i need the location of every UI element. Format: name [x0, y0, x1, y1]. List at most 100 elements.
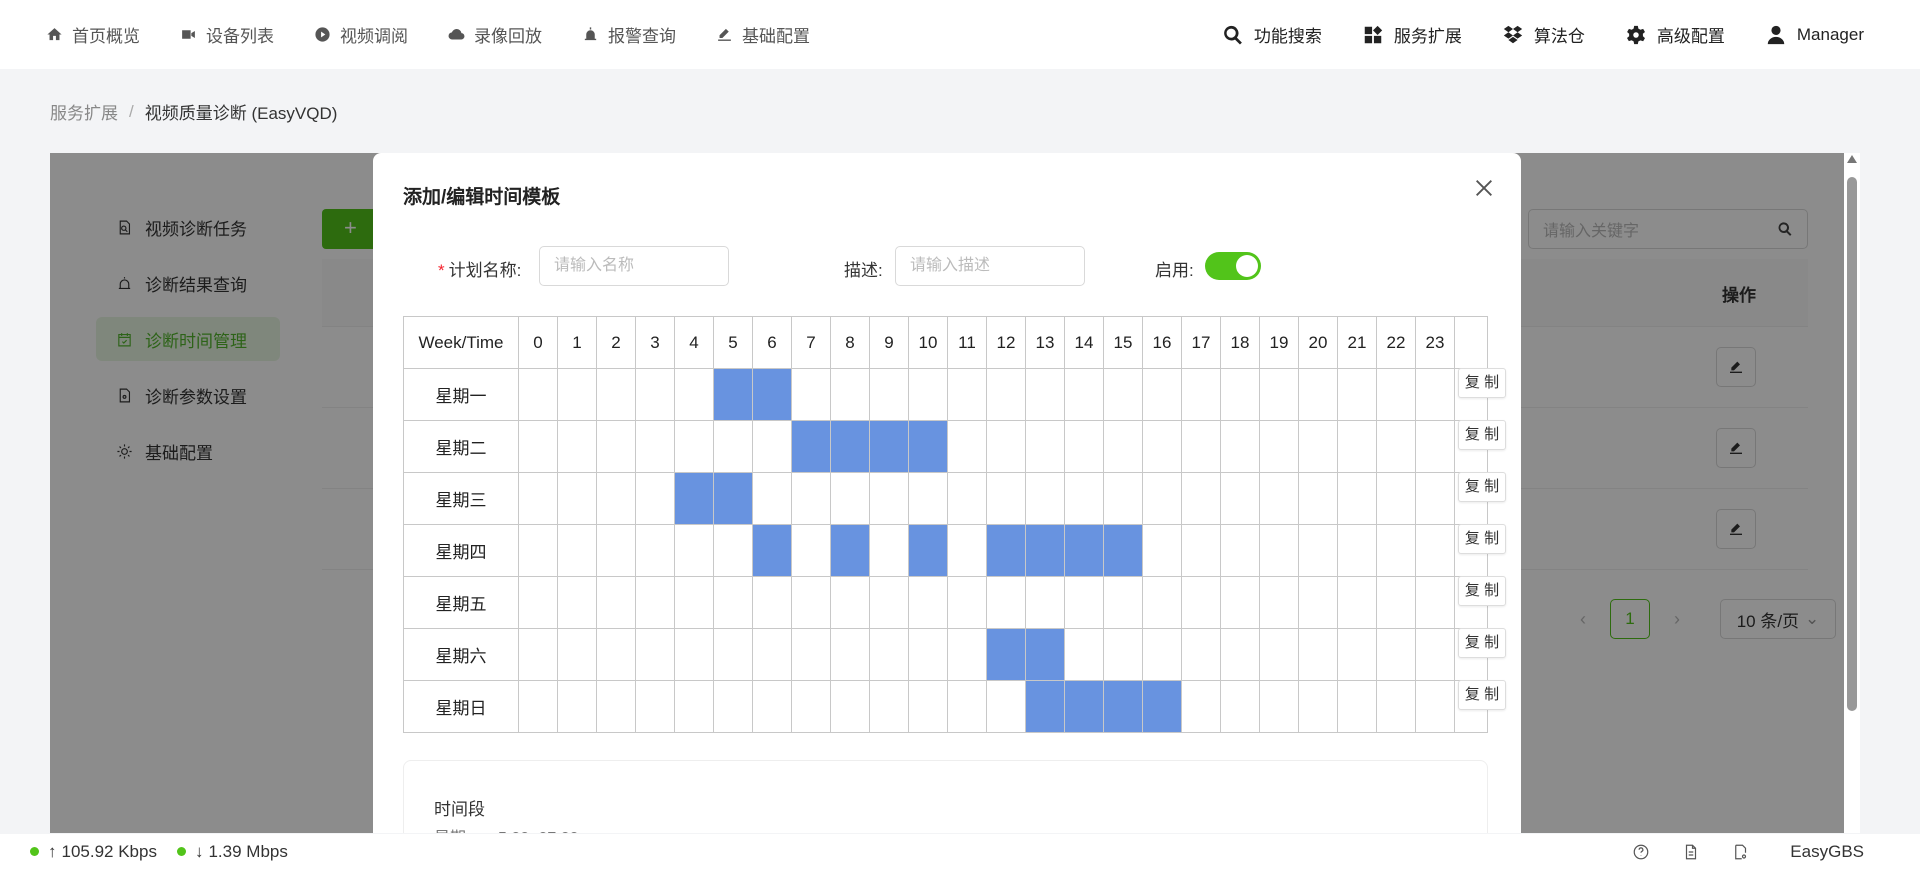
schedule-cell[interactable] [986, 472, 1026, 525]
schedule-cell[interactable] [1064, 472, 1104, 525]
schedule-cell[interactable] [1181, 680, 1221, 733]
schedule-cell[interactable] [1103, 368, 1143, 421]
schedule-cell[interactable] [1025, 368, 1065, 421]
schedule-cell[interactable] [908, 628, 948, 681]
schedule-cell[interactable] [1298, 472, 1338, 525]
schedule-cell[interactable] [752, 368, 792, 421]
schedule-cell[interactable] [596, 576, 636, 629]
plan-name-input[interactable]: 请输入名称 [539, 246, 729, 286]
schedule-cell[interactable] [1103, 628, 1143, 681]
schedule-cell[interactable] [908, 524, 948, 577]
schedule-cell[interactable] [986, 576, 1026, 629]
schedule-cell[interactable] [596, 524, 636, 577]
schedule-cell[interactable] [908, 368, 948, 421]
schedule-cell[interactable] [557, 472, 597, 525]
nav-algorithm[interactable]: 算法仓 [1502, 0, 1585, 69]
schedule-cell[interactable] [1181, 628, 1221, 681]
schedule-cell[interactable] [908, 576, 948, 629]
schedule-cell[interactable] [752, 472, 792, 525]
schedule-cell[interactable] [1337, 576, 1377, 629]
schedule-cell[interactable] [1337, 472, 1377, 525]
schedule-cell[interactable] [1259, 680, 1299, 733]
schedule-cell[interactable] [635, 368, 675, 421]
description-input[interactable]: 请输入描述 [895, 246, 1085, 286]
schedule-cell[interactable] [830, 628, 870, 681]
schedule-cell[interactable] [1415, 368, 1455, 421]
schedule-cell[interactable] [1142, 472, 1182, 525]
schedule-cell[interactable] [518, 368, 558, 421]
schedule-cell[interactable] [908, 472, 948, 525]
nav-search[interactable]: 功能搜索 [1222, 0, 1322, 69]
schedule-cell[interactable] [713, 472, 753, 525]
schedule-cell[interactable] [1298, 420, 1338, 473]
doc-settings-icon[interactable] [1732, 843, 1750, 861]
schedule-cell[interactable] [791, 524, 831, 577]
copy-button[interactable]: 复 制 [1458, 680, 1506, 710]
schedule-cell[interactable] [1064, 628, 1104, 681]
schedule-cell[interactable] [1181, 368, 1221, 421]
schedule-cell[interactable] [1337, 680, 1377, 733]
schedule-cell[interactable] [674, 420, 714, 473]
schedule-cell[interactable] [1103, 680, 1143, 733]
schedule-cell[interactable] [635, 680, 675, 733]
schedule-cell[interactable] [986, 420, 1026, 473]
schedule-cell[interactable] [869, 524, 909, 577]
nav-alarm[interactable]: 报警查询 [582, 0, 676, 69]
schedule-cell[interactable] [1298, 576, 1338, 629]
schedule-cell[interactable] [635, 628, 675, 681]
schedule-cell[interactable] [1337, 628, 1377, 681]
schedule-cell[interactable] [1376, 420, 1416, 473]
schedule-cell[interactable] [1376, 628, 1416, 681]
schedule-cell[interactable] [947, 420, 987, 473]
nav-home[interactable]: 首页概览 [46, 0, 140, 69]
schedule-cell[interactable] [1142, 576, 1182, 629]
schedule-cell[interactable] [1142, 368, 1182, 421]
schedule-cell[interactable] [1064, 368, 1104, 421]
nav-advanced[interactable]: 高级配置 [1625, 0, 1725, 69]
schedule-cell[interactable] [1415, 524, 1455, 577]
schedule-cell[interactable] [1220, 420, 1260, 473]
schedule-cell[interactable] [869, 368, 909, 421]
schedule-cell[interactable] [596, 420, 636, 473]
schedule-cell[interactable] [986, 628, 1026, 681]
copy-button[interactable]: 复 制 [1458, 628, 1506, 658]
schedule-cell[interactable] [752, 576, 792, 629]
schedule-cell[interactable] [1220, 472, 1260, 525]
schedule-cell[interactable] [1103, 472, 1143, 525]
schedule-cell[interactable] [557, 368, 597, 421]
schedule-cell[interactable] [557, 628, 597, 681]
scroll-up-icon[interactable] [1847, 155, 1857, 163]
schedule-cell[interactable] [713, 524, 753, 577]
schedule-cell[interactable] [791, 628, 831, 681]
schedule-cell[interactable] [1064, 524, 1104, 577]
nav-devices[interactable]: 设备列表 [180, 0, 274, 69]
schedule-cell[interactable] [674, 628, 714, 681]
schedule-cell[interactable] [869, 680, 909, 733]
schedule-cell[interactable] [1376, 680, 1416, 733]
schedule-cell[interactable] [635, 576, 675, 629]
schedule-cell[interactable] [596, 680, 636, 733]
schedule-cell[interactable] [1181, 472, 1221, 525]
schedule-cell[interactable] [1142, 524, 1182, 577]
schedule-cell[interactable] [518, 576, 558, 629]
schedule-cell[interactable] [1220, 368, 1260, 421]
schedule-cell[interactable] [1298, 368, 1338, 421]
schedule-cell[interactable] [908, 680, 948, 733]
schedule-cell[interactable] [1337, 524, 1377, 577]
schedule-cell[interactable] [752, 420, 792, 473]
schedule-cell[interactable] [947, 628, 987, 681]
schedule-cell[interactable] [1025, 472, 1065, 525]
schedule-cell[interactable] [791, 420, 831, 473]
schedule-cell[interactable] [1259, 368, 1299, 421]
nav-extensions[interactable]: 服务扩展 [1362, 0, 1462, 69]
schedule-cell[interactable] [1064, 420, 1104, 473]
schedule-cell[interactable] [1298, 680, 1338, 733]
schedule-cell[interactable] [674, 576, 714, 629]
schedule-cell[interactable] [713, 628, 753, 681]
schedule-cell[interactable] [791, 680, 831, 733]
schedule-cell[interactable] [1415, 420, 1455, 473]
help-icon[interactable] [1632, 843, 1650, 861]
schedule-cell[interactable] [557, 524, 597, 577]
schedule-cell[interactable] [518, 472, 558, 525]
scrollbar-thumb[interactable] [1847, 177, 1857, 711]
